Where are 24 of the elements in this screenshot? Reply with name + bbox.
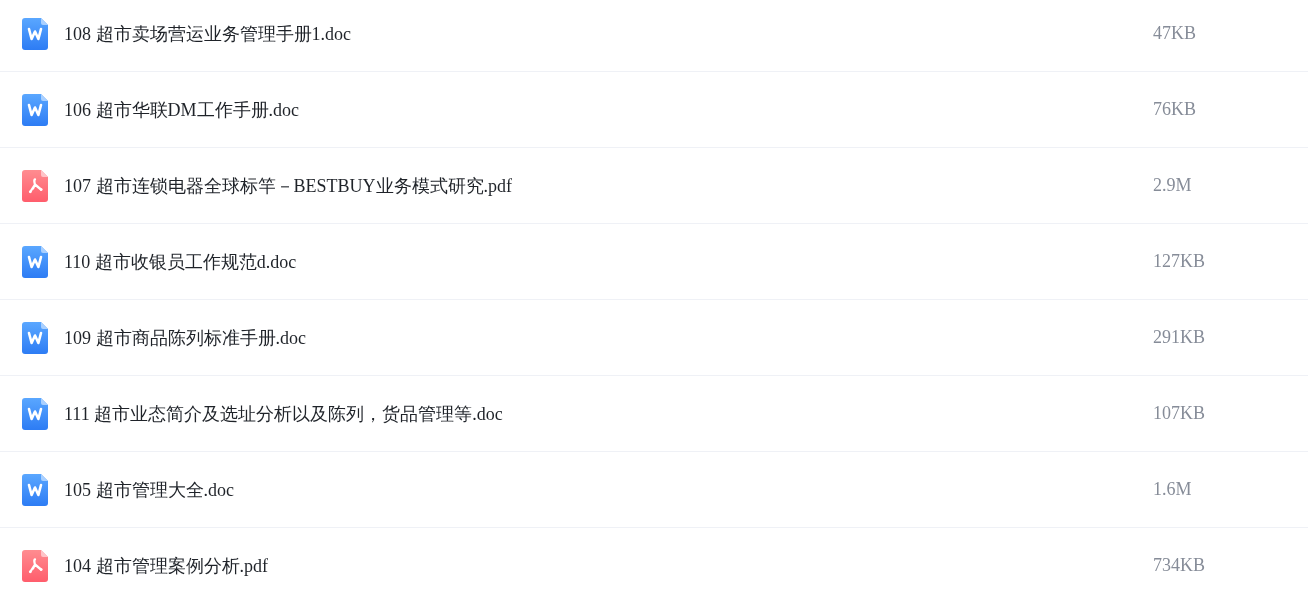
file-size: 734KB — [1153, 555, 1205, 576]
file-name[interactable]: 106 超市华联DM工作手册.doc — [64, 97, 299, 122]
file-name[interactable]: 107 超市连锁电器全球标竿－BESTBUY业务模式研究.pdf — [64, 173, 512, 198]
file-name[interactable]: 104 超市管理案例分析.pdf — [64, 553, 268, 578]
file-size: 47KB — [1153, 23, 1196, 44]
doc-file-icon — [22, 397, 48, 430]
file-size: 1.6M — [1153, 479, 1192, 500]
file-name[interactable]: 105 超市管理大全.doc — [64, 477, 234, 502]
file-name[interactable]: 109 超市商品陈列标准手册.doc — [64, 325, 306, 350]
doc-file-icon — [22, 17, 48, 50]
file-name[interactable]: 108 超市卖场营运业务管理手册1.doc — [64, 21, 351, 46]
doc-file-icon — [22, 473, 48, 506]
pdf-file-icon — [22, 169, 48, 202]
file-name[interactable]: 110 超市收银员工作规范d.doc — [64, 249, 297, 274]
pdf-file-icon — [22, 549, 48, 582]
file-size: 2.9M — [1153, 175, 1192, 196]
file-size: 107KB — [1153, 403, 1205, 424]
file-size: 76KB — [1153, 99, 1196, 120]
doc-file-icon — [22, 93, 48, 126]
doc-file-icon — [22, 245, 48, 278]
file-name[interactable]: 111 超市业态简介及选址分析以及陈列，货品管理等.doc — [64, 401, 503, 426]
file-size: 127KB — [1153, 251, 1205, 272]
file-size: 291KB — [1153, 327, 1205, 348]
doc-file-icon — [22, 321, 48, 354]
